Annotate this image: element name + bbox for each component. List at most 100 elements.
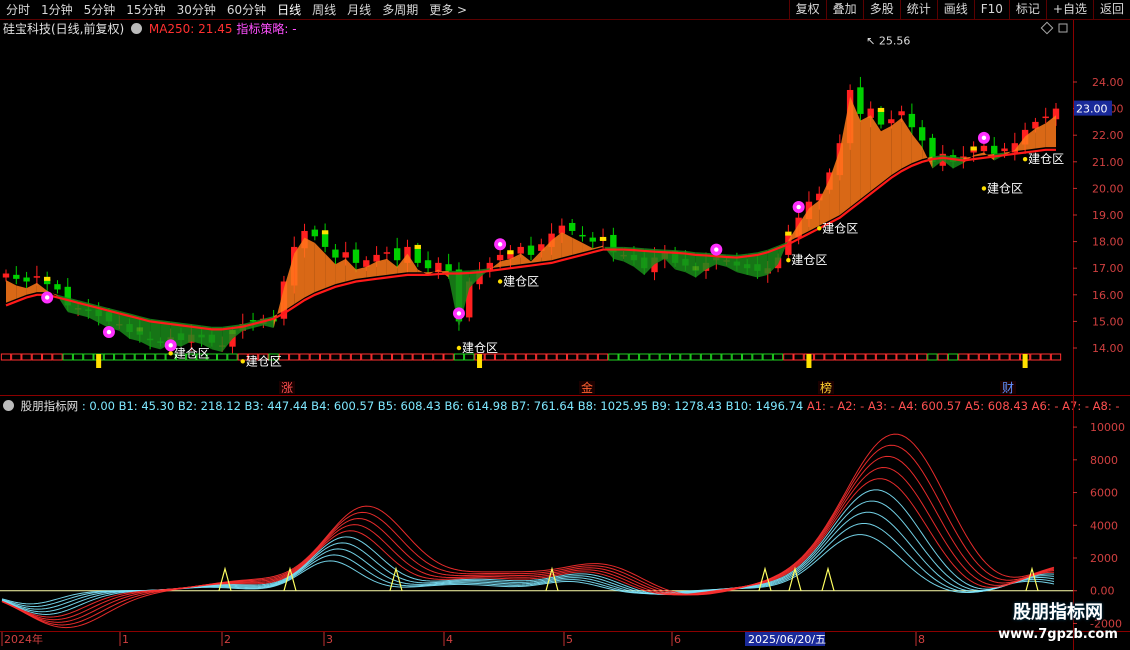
candle-body <box>321 232 329 247</box>
signal-cell <box>968 353 979 361</box>
marker-label: 金 <box>581 380 593 395</box>
indicator-wave <box>1 455 1055 623</box>
band-segment <box>839 96 851 215</box>
time-label: 6 <box>674 633 681 646</box>
signal-cell <box>422 353 434 361</box>
build-dot <box>168 351 173 356</box>
signal-cell <box>917 353 928 361</box>
band-segment <box>572 237 583 255</box>
candle-body <box>991 145 998 154</box>
signal-cell <box>793 353 804 361</box>
signal-cell <box>947 353 959 361</box>
candle-body <box>1042 116 1049 119</box>
band-segment <box>973 152 984 157</box>
build-zone-label: 建仓区 <box>1028 152 1064 166</box>
indicator-wave <box>1 467 1055 621</box>
signal-cell <box>144 353 156 361</box>
ind-tick-label: 2000 <box>1090 552 1118 565</box>
signal-cell <box>824 353 835 361</box>
signal-cell <box>597 353 609 361</box>
price-tick-label: 20.00 <box>1092 182 1124 195</box>
candle-body <box>33 276 41 278</box>
build-zone-label: 建仓区 <box>987 181 1023 195</box>
candle-highlight <box>877 107 885 112</box>
kline-chart[interactable]: 24.0023.0022.0021.0020.0019.0018.0017.00… <box>0 0 1130 650</box>
band-segment <box>314 242 326 293</box>
time-label: 1 <box>122 633 129 646</box>
signal-cell <box>958 353 969 361</box>
signal-cell <box>618 353 629 361</box>
signal-cell <box>844 353 856 361</box>
marker-label: 涨 <box>281 380 293 395</box>
signal-cell <box>711 353 722 361</box>
signal-cell <box>731 353 743 361</box>
high-price-label: ↖ 25.56 <box>866 35 910 48</box>
indicator-wave <box>1 500 1055 613</box>
band-segment <box>870 115 881 192</box>
candle-body <box>888 119 895 124</box>
build-zone-label: 建仓区 <box>822 221 858 235</box>
signal-cell <box>690 353 701 361</box>
ind-tick-label: 8000 <box>1090 454 1118 467</box>
price-tick-label: 15.00 <box>1092 315 1124 328</box>
flower-center <box>44 295 50 300</box>
signal-cell <box>340 353 351 361</box>
build-zone-label: 建仓区 <box>174 346 210 360</box>
signal-cell <box>927 353 938 361</box>
signal-cell <box>721 353 732 361</box>
ind-tick-label: 6000 <box>1090 487 1118 500</box>
candle-body <box>54 284 61 290</box>
signal-cell <box>999 353 1010 361</box>
candle-body <box>908 113 916 128</box>
price-tick-label: 24.00 <box>1092 76 1124 89</box>
signal-strip <box>0 353 1062 368</box>
signal-cell <box>299 353 310 361</box>
candle-highlight <box>599 236 607 241</box>
flower-center <box>106 329 112 335</box>
signal-cell <box>124 353 135 361</box>
signal-cell <box>1040 353 1051 361</box>
build-dot <box>786 258 791 263</box>
signal-cell <box>649 353 660 361</box>
indicator-wave <box>1 433 1055 629</box>
signal-cell <box>700 353 712 361</box>
flower-center <box>456 311 462 316</box>
signal-cell <box>309 353 320 361</box>
signal-cell <box>536 353 547 361</box>
flower-center <box>497 242 503 247</box>
indicator-waves <box>1 433 1055 629</box>
candle-body <box>414 246 421 263</box>
signal-cell <box>989 353 1000 361</box>
watermark: 股朋指标网 www.7gpzb.com <box>986 600 1130 650</box>
signal-cell <box>52 353 63 361</box>
candle-body <box>1001 148 1008 152</box>
signal-cell <box>330 353 341 361</box>
band-segment <box>36 282 48 293</box>
signal-cell <box>392 353 403 361</box>
candle-body <box>2 273 10 278</box>
signal-cell <box>443 353 454 361</box>
candle-body <box>352 249 360 263</box>
signal-cell <box>114 353 125 361</box>
band-segment <box>860 115 871 200</box>
signal-cell <box>62 353 73 361</box>
price-tick-label: 19.00 <box>1092 209 1124 222</box>
indicator-wave <box>1 522 1055 608</box>
signal-cell <box>227 353 238 361</box>
signal-cell <box>875 353 887 361</box>
signal-cell <box>433 353 444 361</box>
signal-cell <box>1050 353 1062 361</box>
candle-body <box>589 237 596 242</box>
watermark-line2: www.7gpzb.com <box>998 627 1118 642</box>
signal-cell <box>783 353 794 361</box>
band-segment <box>386 258 398 275</box>
price-tick-label: 18.00 <box>1092 236 1124 249</box>
signal-cell <box>855 353 866 361</box>
price-tick-label: 22.00 <box>1092 129 1124 142</box>
signal-cell <box>659 353 670 361</box>
candle-body <box>877 109 885 125</box>
signal-cell <box>556 353 568 361</box>
candle-body <box>23 277 30 282</box>
candle-body <box>332 249 339 258</box>
build-dot <box>981 186 987 191</box>
